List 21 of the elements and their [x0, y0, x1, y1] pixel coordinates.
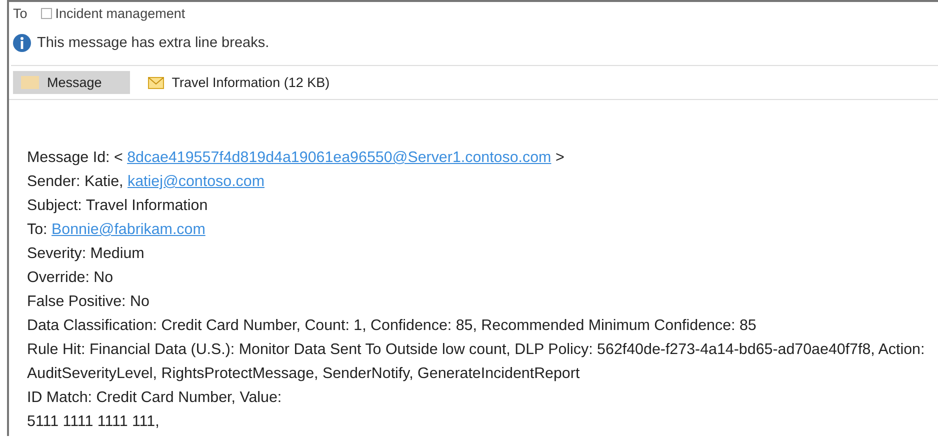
email-link[interactable]: katiej@contoso.com: [128, 173, 264, 190]
tab[interactable]: Message: [13, 71, 130, 94]
checkbox[interactable]: [41, 8, 52, 18]
message-line: ID Match: Credit Card Number, Value:: [27, 388, 283, 408]
message-line: False Positive: No: [27, 292, 150, 312]
message-line: To: Bonnie@fabrikam.com: [27, 220, 206, 240]
message-line: Subject: Travel Information: [27, 196, 209, 216]
message-line: Override: No: [27, 268, 114, 288]
message-line: Message Id: < 8dcae419557f4d819d4a19061ea96550@Server1.contoso.com >: [27, 148, 566, 168]
checkbox-label: Incident management: [55, 6, 186, 20]
to-label: To: [13, 6, 28, 20]
message-line: Severity: Medium: [27, 244, 146, 264]
message-line: Rule Hit: Financial Data (U.S.): Monitor Data Sent To Outside low count, DLP Policy: 562f40de-f273-4a14-bd65-ad70ae40f7f8, Action: AuditSeverityLevel, RightsProtectMessage, SenderNotify, GenerateIncidentReport: [27, 340, 926, 384]
tab[interactable]: Travel Information (12 KB): [140, 71, 352, 94]
message-line: Sender: Katie, katiej@contoso.com: [27, 172, 266, 192]
email-link[interactable]: Bonnie@fabrikam.com: [52, 221, 206, 238]
info-message: This message has extra line breaks.: [37, 35, 270, 51]
message-line: 5111 1111 1111 111,: [27, 412, 160, 432]
info-icon: [13, 34, 31, 52]
message-line: Data Classification: Credit Card Number, Count: 1, Confidence: 85, Recommended Minimum Confidence: 85: [27, 316, 758, 336]
email-link[interactable]: 8dcae419557f4d819d4a19061ea96550@Server1.contoso.com: [127, 149, 552, 166]
